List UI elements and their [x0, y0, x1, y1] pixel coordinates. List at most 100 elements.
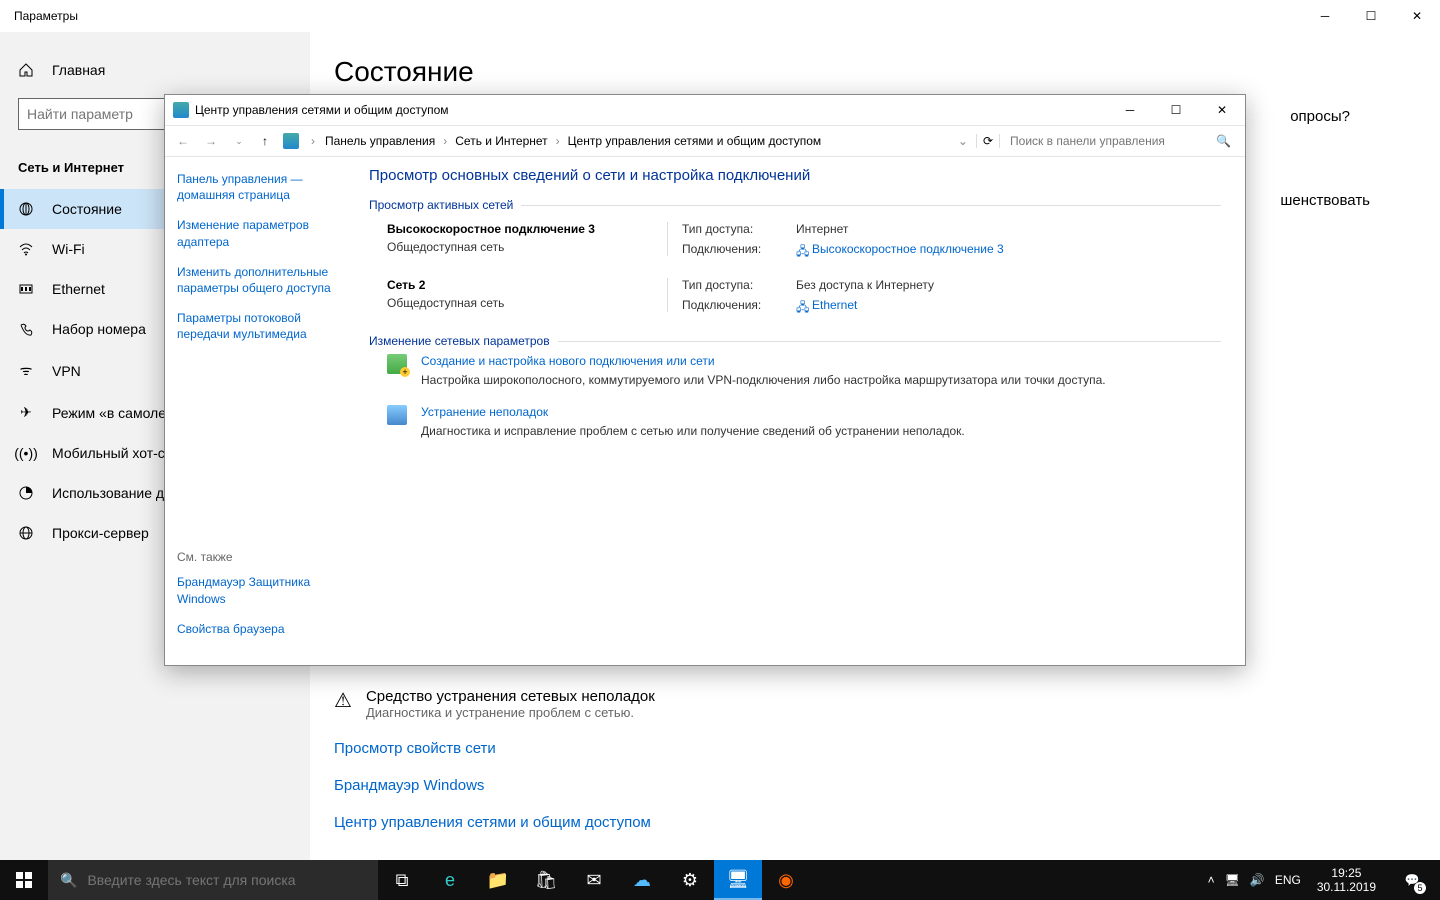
address-dropdown[interactable]: ⌄: [954, 134, 972, 148]
nav-history-button[interactable]: ⌄: [227, 136, 251, 147]
breadcrumb: Панель управления › Сеть и Интернет › Це…: [323, 132, 950, 150]
notification-badge: 5: [1414, 882, 1426, 894]
warning-icon: ⚠: [334, 688, 352, 713]
network-name: Высокоскоростное подключение 3: [387, 222, 667, 236]
address-icon: [283, 133, 299, 149]
link-network-center[interactable]: Центр управления сетями и общим доступом: [334, 814, 1416, 831]
dialup-icon: [18, 321, 34, 337]
active-networks-label: Просмотр активных сетей: [369, 198, 1221, 212]
cp-left-link-adapters[interactable]: Изменение параметров адаптера: [177, 217, 353, 249]
sidebar-item-label: Набор номера: [52, 321, 146, 337]
connection-link[interactable]: Высокоскоростное подключение 3: [812, 242, 1004, 256]
proxy-icon: [18, 525, 34, 541]
breadcrumb-sep: ›: [552, 134, 564, 148]
tray-chevron-icon[interactable]: ˄: [1208, 873, 1215, 887]
control-panel-window: Центр управления сетями и общим доступом…: [164, 94, 1246, 666]
control-panel-taskbar-icon[interactable]: 🖥: [714, 860, 762, 900]
system-tray: ˄ 🖥 🔊 ENG 19:25 30.11.2019 💬 5: [1200, 860, 1440, 900]
minimize-button[interactable]: ─: [1302, 0, 1348, 32]
cp-right-panel: Просмотр основных сведений о сети и наст…: [365, 157, 1245, 665]
network-block: Сеть 2 Общедоступная сеть Тип доступа: Б…: [387, 278, 1221, 312]
tray-volume-icon[interactable]: 🔊: [1250, 873, 1265, 887]
tray-language[interactable]: ENG: [1275, 873, 1301, 887]
search-icon: 🔍: [60, 872, 77, 889]
breadcrumb-item[interactable]: Центр управления сетями и общим доступом: [566, 132, 824, 150]
link-view-properties[interactable]: Просмотр свойств сети: [334, 740, 1416, 757]
settings-titlebar: Параметры ─ ☐ ✕: [0, 0, 1440, 32]
cp-search-input[interactable]: [1004, 130, 1204, 152]
change-settings-label: Изменение сетевых параметров: [369, 334, 1221, 348]
refresh-button[interactable]: ⟳: [976, 134, 1000, 148]
link-firewall[interactable]: Брандмауэр Windows: [334, 777, 1416, 794]
maximize-button[interactable]: ☐: [1348, 0, 1394, 32]
sidebar-item-label: VPN: [52, 363, 81, 379]
access-value: Интернет: [796, 222, 1221, 236]
see-also-browser[interactable]: Свойства браузера: [177, 621, 353, 637]
explorer-icon[interactable]: 📁: [474, 860, 522, 900]
tray-network-icon[interactable]: 🖥: [1225, 873, 1240, 887]
cp-toolbar: ← → ⌄ ↑ › Панель управления › Сеть и Инт…: [165, 125, 1245, 157]
close-button[interactable]: ✕: [1394, 0, 1440, 32]
breadcrumb-item[interactable]: Сеть и Интернет: [453, 132, 549, 150]
search-icon[interactable]: 🔍: [1208, 134, 1239, 148]
cp-maximize-button[interactable]: ☐: [1153, 95, 1199, 125]
task-title: Создание и настройка нового подключения …: [421, 354, 1106, 368]
cp-heading: Просмотр основных сведений о сети и наст…: [369, 167, 1221, 184]
home-icon: [18, 62, 34, 78]
task-desc: Настройка широкополосного, коммутируемог…: [421, 372, 1106, 389]
cp-left-link-home[interactable]: Панель управления — домашняя страница: [177, 171, 353, 203]
breadcrumb-sep: ›: [307, 134, 319, 148]
task-troubleshoot[interactable]: Устранение неполадок Диагностика и испра…: [387, 405, 1221, 440]
origin-icon[interactable]: ◉: [762, 860, 810, 900]
tray-clock[interactable]: 19:25 30.11.2019: [1311, 866, 1382, 895]
settings-icon[interactable]: ⚙: [666, 860, 714, 900]
taskbar-search[interactable]: 🔍: [48, 860, 378, 900]
connection-icon: 🖧: [796, 242, 808, 254]
partial-text: опросы?: [1290, 108, 1350, 125]
cp-close-button[interactable]: ✕: [1199, 95, 1245, 125]
vpn-icon: ᯤ: [18, 361, 34, 380]
nav-back-button[interactable]: ←: [171, 134, 195, 148]
task-view-button[interactable]: ⧉: [378, 860, 426, 900]
start-button[interactable]: [0, 860, 48, 900]
nav-up-button[interactable]: ↑: [255, 134, 275, 148]
cp-left-panel: Панель управления — домашняя страница Из…: [165, 157, 365, 665]
nav-forward-button[interactable]: →: [199, 134, 223, 148]
ethernet-icon: [18, 281, 34, 297]
task-new-connection[interactable]: Создание и настройка нового подключения …: [387, 354, 1221, 389]
cp-left-link-sharing[interactable]: Изменить дополнительные параметры общего…: [177, 264, 353, 296]
store-icon[interactable]: 🛍: [522, 860, 570, 900]
wifi-icon: [18, 241, 34, 257]
connection-link[interactable]: Ethernet: [812, 298, 857, 312]
access-label: Тип доступа:: [682, 278, 792, 292]
task-title: Устранение неполадок: [421, 405, 965, 419]
tray-time: 19:25: [1317, 866, 1376, 880]
breadcrumb-item[interactable]: Панель управления: [323, 132, 437, 150]
partial-text: шенствовать: [1280, 192, 1370, 209]
network-block: Высокоскоростное подключение 3 Общедосту…: [387, 222, 1221, 256]
connections-label: Подключения:: [682, 298, 792, 312]
network-name: Сеть 2: [387, 278, 667, 292]
network-center-icon: [173, 102, 189, 118]
task-desc: Диагностика и исправление проблем с сеть…: [421, 423, 965, 440]
action-center-button[interactable]: 💬 5: [1392, 860, 1432, 900]
page-title: Состояние: [334, 56, 1416, 88]
troubleshooter-desc: Диагностика и устранение проблем с сетью…: [366, 705, 655, 720]
mail-icon[interactable]: ✉: [570, 860, 618, 900]
taskbar-search-input[interactable]: [87, 872, 366, 888]
see-also-firewall[interactable]: Брандмауэр Защитника Windows: [177, 574, 353, 606]
connection-icon: 🖧: [796, 298, 808, 310]
see-also-title: См. также: [177, 550, 353, 564]
new-connection-icon: [387, 354, 407, 374]
access-value: Без доступа к Интернету: [796, 278, 1221, 292]
cp-minimize-button[interactable]: ─: [1107, 95, 1153, 125]
cp-window-title: Центр управления сетями и общим доступом: [195, 103, 449, 117]
sidebar-home[interactable]: Главная: [0, 52, 310, 88]
hotspot-icon: ((•)): [18, 445, 34, 461]
cp-titlebar: Центр управления сетями и общим доступом…: [165, 95, 1245, 125]
skype-icon[interactable]: ☁: [618, 860, 666, 900]
troubleshooter-title: Средство устранения сетевых неполадок: [366, 688, 655, 705]
edge-icon[interactable]: e: [426, 860, 474, 900]
cp-left-link-streaming[interactable]: Параметры потоковой передачи мультимедиа: [177, 310, 353, 342]
troubleshooter[interactable]: ⚠ Средство устранения сетевых неполадок …: [334, 688, 1416, 720]
